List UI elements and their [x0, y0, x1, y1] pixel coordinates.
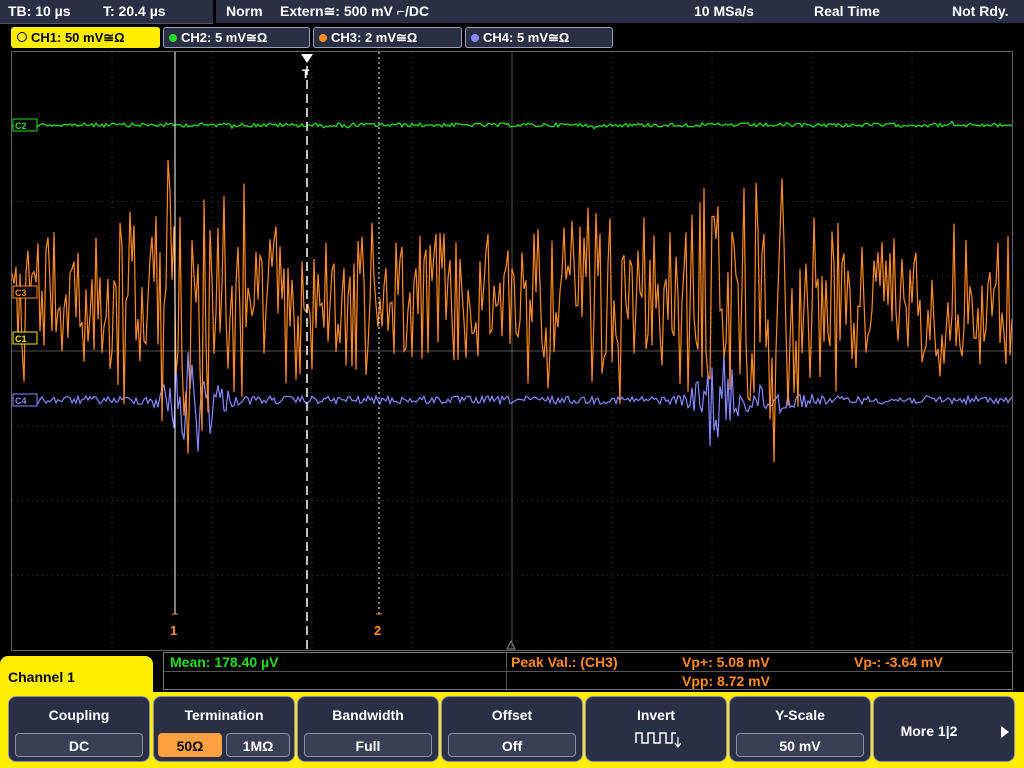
timebase: TB: 10 µs — [8, 3, 71, 19]
cursor-2-label: 2 — [374, 623, 381, 638]
trigger-mode: Norm — [226, 3, 263, 19]
peak-measurement-label: Peak Val.: (CH3) — [511, 654, 618, 670]
offset-value[interactable]: Off — [448, 733, 576, 757]
yscale-softkey[interactable]: Y-Scale 50 mV — [729, 696, 871, 762]
mean-measurement: Mean: 178.40 µV — [170, 654, 279, 670]
acquisition-mode: Real Time — [814, 3, 880, 19]
trigger-arrow-icon[interactable] — [301, 54, 313, 63]
tab-ch3-label: CH3: 2 mV≅Ω — [331, 30, 418, 45]
graticule — [12, 52, 1012, 650]
tab-ch1[interactable]: CH1: 50 mV≅Ω — [11, 27, 160, 48]
tab-ch4-label: CH4: 5 mV≅Ω — [483, 30, 570, 45]
tab-ch2-label: CH2: 5 mV≅Ω — [181, 30, 268, 45]
coupling-title: Coupling — [48, 707, 110, 723]
c4-marker[interactable]: C4 — [12, 393, 38, 407]
c2-marker-label: C2 — [15, 121, 27, 131]
yscale-title: Y-Scale — [775, 707, 825, 723]
c3-marker-label: C3 — [15, 288, 27, 298]
termination-50-ohm[interactable]: 50Ω — [158, 733, 222, 757]
termination-1m-ohm[interactable]: 1MΩ — [226, 733, 290, 757]
c1-marker[interactable]: C1 — [12, 331, 38, 345]
ch2-dot-icon — [169, 34, 177, 42]
more-softkey[interactable]: More 1|2 — [873, 696, 1015, 762]
measurement-panel[interactable]: Mean: 178.40 µV Peak Val.: (CH3) Vp+: 5.… — [163, 652, 1013, 690]
vp-plus: Vp+: 5.08 mV — [682, 654, 770, 670]
bandwidth-softkey[interactable]: Bandwidth Full — [297, 696, 439, 762]
c3-marker[interactable]: C3 — [12, 285, 38, 299]
invert-softkey[interactable]: Invert — [585, 696, 727, 762]
yscale-value[interactable]: 50 mV — [736, 733, 864, 757]
trigger-bar[interactable]: Norm Extern≅: 500 mV ⌐/DC 10 MSa/s Real … — [216, 0, 1024, 23]
status-bar: TB: 10 µs T: 20.4 µs Norm Extern≅: 500 m… — [0, 0, 1024, 25]
invert-waveform-icon — [635, 732, 681, 748]
cursor-1-label: 1 — [170, 623, 177, 638]
tab-ch4[interactable]: CH4: 5 mV≅Ω — [465, 27, 613, 48]
c2-marker[interactable]: C2 — [12, 118, 38, 132]
ch4-dot-icon — [471, 34, 479, 42]
next-page-icon — [1001, 726, 1009, 738]
termination-title: Termination — [184, 707, 264, 723]
coupling-softkey[interactable]: Coupling DC — [8, 696, 150, 762]
bandwidth-value[interactable]: Full — [304, 733, 432, 757]
waveform-svg: 1 2 T C2 C3 C1 C4 — [12, 52, 1012, 650]
tab-ch2[interactable]: CH2: 5 mV≅Ω — [163, 27, 310, 48]
c4-marker-label: C4 — [15, 396, 27, 406]
center-marker-icon — [506, 639, 516, 650]
softkey-bar: Coupling DC Termination 50Ω 1MΩ Bandwidt… — [0, 692, 1024, 768]
ch3-dot-icon — [319, 34, 327, 42]
vpp: Vpp: 8.72 mV — [682, 673, 770, 689]
vp-minus: Vp-: -3.64 mV — [854, 654, 943, 670]
offset-title: Offset — [491, 707, 533, 723]
trigger-source: Extern≅: 500 mV ⌐/DC — [280, 3, 430, 19]
channel-tabs: CH1: 50 mV≅Ω CH2: 5 mV≅Ω CH3: 2 mV≅Ω CH4… — [0, 25, 1024, 49]
ready-state: Not Rdy. — [952, 3, 1009, 19]
c1-marker-label: C1 — [15, 334, 27, 344]
tab-ch3[interactable]: CH3: 2 mV≅Ω — [313, 27, 462, 48]
bandwidth-title: Bandwidth — [332, 707, 404, 723]
termination-softkey[interactable]: Termination 50Ω 1MΩ — [153, 696, 295, 762]
ch1-dot-icon — [17, 32, 27, 42]
tab-ch1-label: CH1: 50 mV≅Ω — [31, 30, 125, 45]
more-label: More 1|2 — [900, 723, 958, 739]
sample-rate: 10 MSa/s — [694, 3, 754, 19]
trigger-time: T: 20.4 µs — [103, 3, 166, 19]
coupling-value[interactable]: DC — [15, 733, 143, 757]
timebase-box[interactable]: TB: 10 µs T: 20.4 µs — [0, 0, 213, 24]
waveform-display[interactable]: 1 2 T C2 C3 C1 C4 — [11, 51, 1013, 651]
invert-title: Invert — [636, 707, 676, 723]
trigger-position-label: T — [302, 67, 310, 81]
offset-softkey[interactable]: Offset Off — [441, 696, 583, 762]
